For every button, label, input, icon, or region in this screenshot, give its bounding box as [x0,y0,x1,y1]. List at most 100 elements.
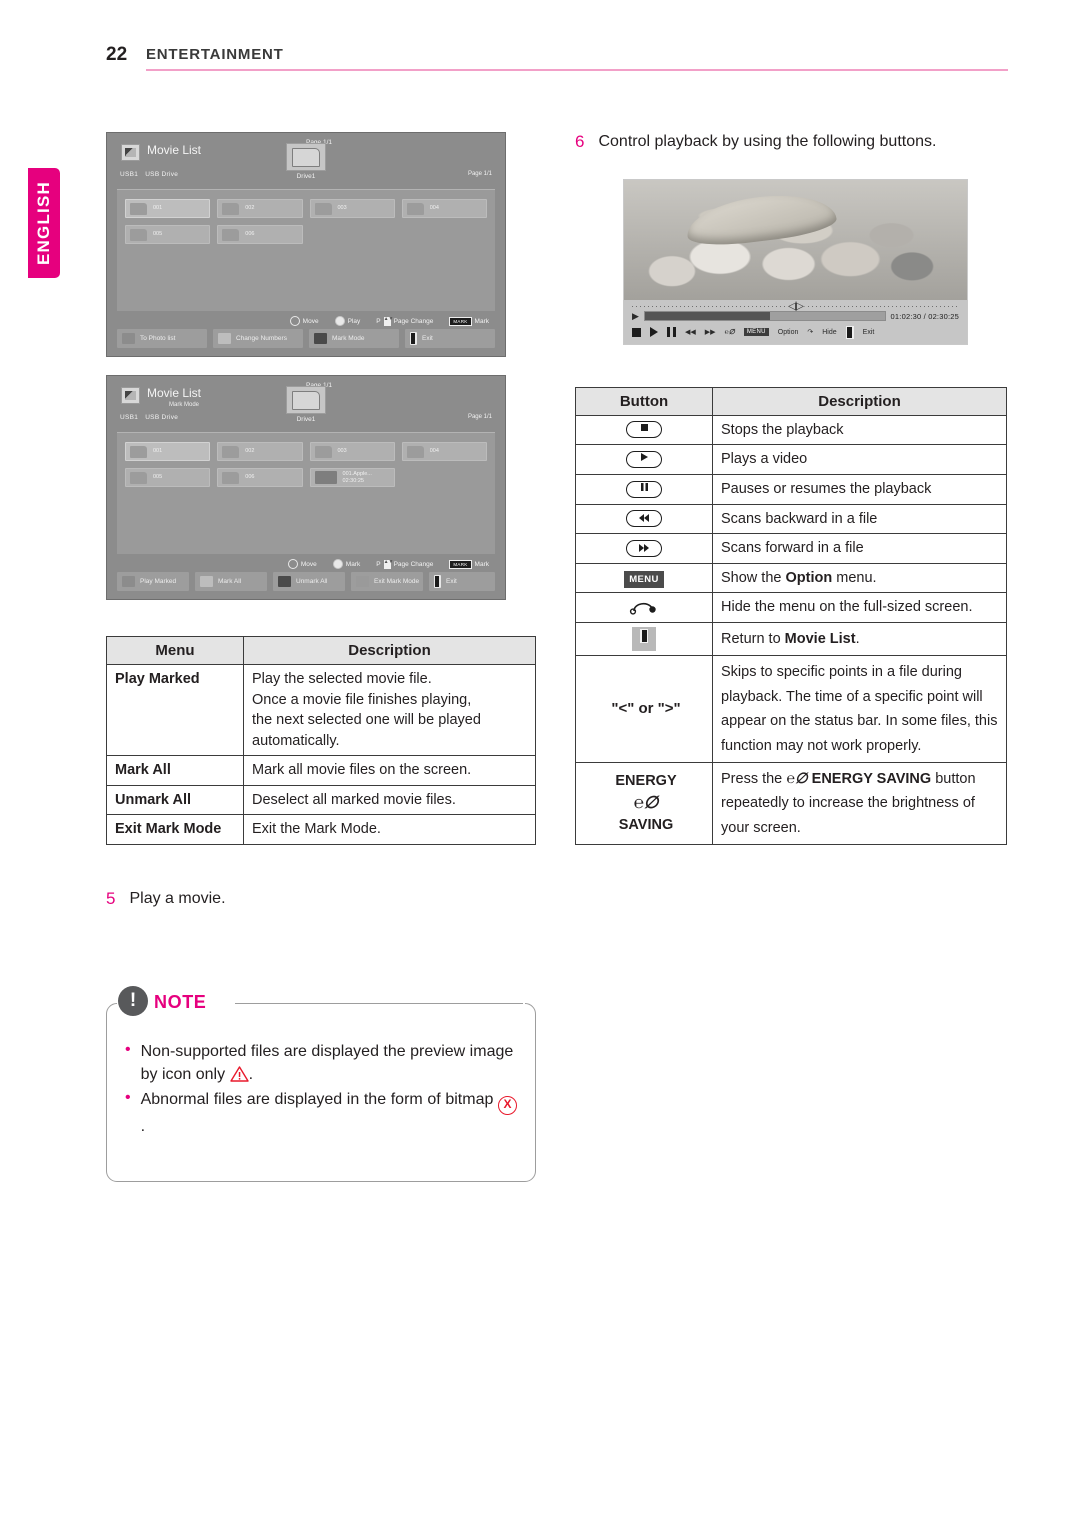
note-bullet-text-after: . [248,1066,254,1084]
folder-icon [314,445,332,458]
tv-file-item[interactable]: 001 [125,442,211,461]
folder-icon [222,202,240,215]
tv-button-exit-mark-mode[interactable]: Exit Mark Mode [351,572,423,591]
movie-list-icon [121,387,140,404]
pause-button-icon[interactable] [667,327,676,338]
tv-button-mark-mode[interactable]: Mark Mode [309,329,399,348]
folder-icon [130,471,147,484]
tv-file-row: 001 002 003 004 [125,199,487,218]
tv-file-item[interactable]: 005 [125,225,211,244]
folder-icon [222,471,240,484]
play-button-icon [575,444,713,475]
right-column: 6 Control playback by using the followin… [575,132,1007,845]
tv-button-exit[interactable]: Exit [429,572,495,591]
play-button-icon[interactable] [650,327,658,338]
tv-file-item[interactable]: 003 [309,442,395,461]
note-bullet-text: Non-supported files are displayed the pr… [140,1043,514,1084]
button-description: Scans backward in a file [712,503,1007,535]
note-bullet-text: Abnormal files are displayed in the form… [140,1091,494,1109]
column-header-button: Button [575,386,713,416]
color-swatch-icon [356,576,369,587]
movie-list-icon [121,144,140,161]
ok-button-icon [334,316,345,326]
tv-file-item[interactable]: 002 [217,199,303,218]
table-row: Scans forward in a file [575,533,1007,564]
bitmap-x-icon: X [498,1096,518,1116]
seek-ticks[interactable]: ◁|▷ [632,300,959,312]
column-header-description: Description [712,386,1007,416]
color-swatch-icon [278,576,291,587]
page-updown-icon: ▲▼ [383,316,393,326]
bullet-dot-icon: • [125,1089,131,1107]
tv-button-bar: Play Marked Mark All Unmark All Exit Mar… [107,572,505,599]
hide-menu-icon[interactable]: ↷ [807,328,813,336]
play-state-icon: ▶ [632,310,639,321]
menu-name: Mark All [106,755,244,786]
note-bullet: • Non-supported files are displayed the … [125,1040,517,1086]
exit-door-icon [410,332,417,345]
table-row: Return to Movie List. [575,621,1007,657]
tv-file-item[interactable]: 003 [309,199,395,218]
tv-file-item[interactable]: 002 [217,442,303,461]
tv-drive-caption: Drive1 [296,173,316,180]
step-6: 6 Control playback by using the followin… [575,132,1007,153]
tv-file-item[interactable]: 005 [125,468,211,487]
tv-file-row: 005 006 001.Apple... 02:30:25 [125,468,487,487]
tv-button-mark-all[interactable]: Mark All [195,572,267,591]
warning-triangle-icon [229,1066,249,1082]
playback-control-bar: ◁|▷ ▶ 01:02:30 / 02:30:25 ◀◀ ▶▶ ℮∅ MENU … [624,299,967,344]
tv-button-play-marked[interactable]: Play Marked [117,572,189,591]
button-description: Hide the menu on the full-sized screen. [712,592,1007,623]
rewind-button-icon[interactable]: ◀◀ [685,328,696,336]
tv-drive[interactable]: Drive1 [286,386,326,423]
language-tab-label: ENGLISH [34,181,53,265]
folder-icon [222,445,240,458]
note-block: ! NOTE • Non-supported files are display… [106,986,536,1182]
step-text: Control playback by using the following … [598,133,937,150]
menu-key-icon: MENU [575,562,713,594]
screenshot-movie-list-browse: Movie List USB1USB Drive Page 1/1 Drive1… [106,132,506,357]
tv-file-item-marked[interactable]: 001.Apple... 02:30:25 [309,468,395,487]
energy-saving-icon[interactable]: ℮∅ [725,328,735,336]
stop-button-icon[interactable] [632,327,641,337]
tv-usb-info: USB1 USB Drive [120,414,178,421]
tv-header: Movie List USB1USB Drive Page 1/1 Drive1… [107,133,505,189]
tv-usb-info: USB1 USB Drive [120,171,178,178]
tv-button-change-numbers[interactable]: Change Numbers [213,329,303,348]
tv-file-item[interactable]: 004 [401,442,487,461]
left-column: Movie List USB1USB Drive Page 1/1 Drive1… [106,132,536,910]
fastforward-button-icon[interactable]: ▶▶ [705,328,716,336]
tv-header: Movie List Mark Mode USB1USB Drive Page … [107,376,505,432]
progress-track[interactable] [643,311,886,322]
tv-file-item[interactable]: 004 [401,199,487,218]
playback-time: 01:02:30 / 02:30:25 [890,311,959,321]
menu-description: Mark all movie files on the screen. [243,755,536,786]
color-swatch-icon [314,333,327,344]
tv-file-grid: 001 002 003 004 005 006 [117,189,495,311]
tv-page-right: Page 1/1 [467,171,492,177]
tv-button-unmark-all[interactable]: Unmark All [273,572,345,591]
button-description: Show the Option menu. [712,562,1007,594]
dpad-icon [289,316,300,326]
tv-hint: P ▲▼ Page Change [376,315,434,326]
tv-file-item[interactable]: 006 [217,468,303,487]
seek-handle-icon[interactable]: ◁|▷ [786,300,805,312]
menu-key-icon[interactable]: MENU [743,328,769,337]
tv-usb-label: USB1 [120,414,139,421]
table-header-row: Menu Description [106,636,536,665]
tv-file-item[interactable]: 001 [125,199,211,218]
table-header-row: Button Description [575,386,1007,416]
menu-description: Play the selected movie file. Once a mov… [243,663,536,757]
exit-door-icon[interactable] [845,325,854,339]
tv-button-to-photo-list[interactable]: To Photo list [117,329,207,348]
tv-drive[interactable]: Drive1 [286,143,326,180]
ok-button-icon [332,559,343,569]
tv-file-item[interactable]: 006 [217,225,303,244]
tv-button-exit[interactable]: Exit [405,329,495,348]
tv-file-row: 005 006 [125,225,487,244]
rewind-button-icon [575,503,713,535]
button-description: Stops the playback [712,414,1007,446]
fastforward-button-icon [575,533,713,564]
mark-key-icon: MARK [449,316,472,326]
tv-hint: Move [287,559,317,569]
